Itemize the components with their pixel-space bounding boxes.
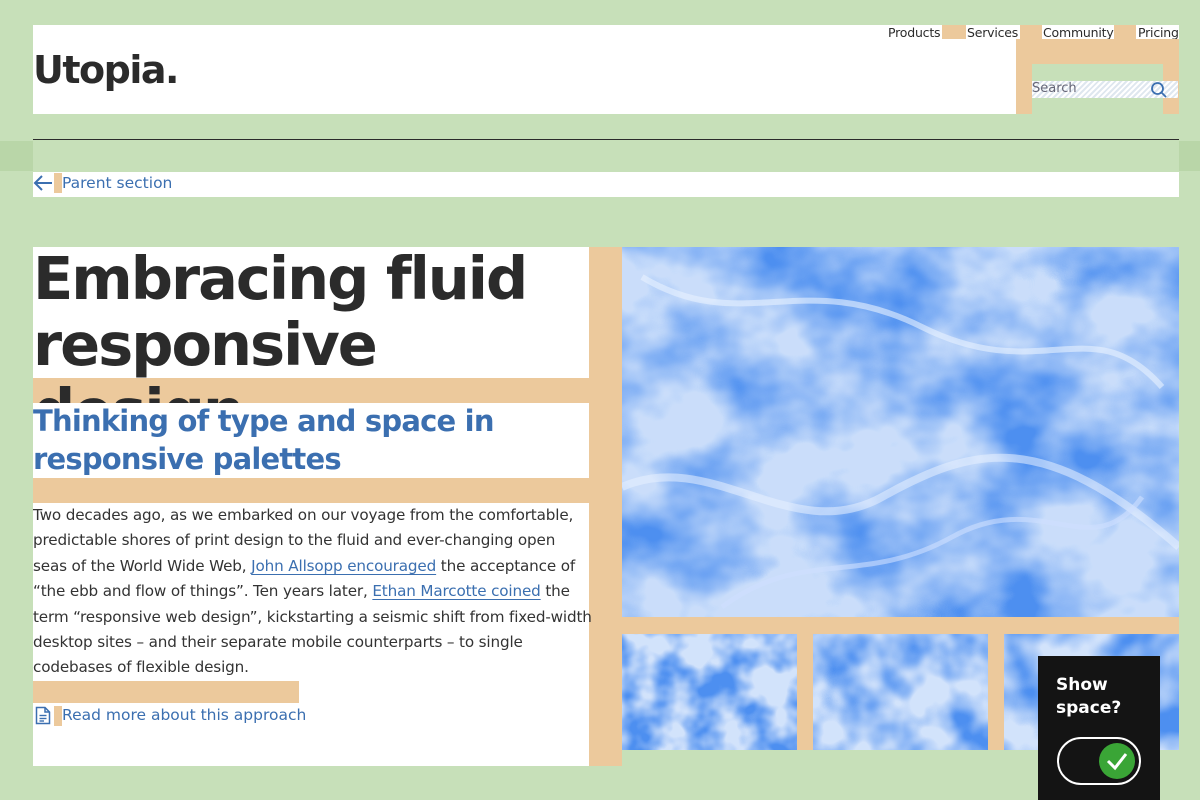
ethan-marcotte-link[interactable]: Ethan Marcotte coined (372, 582, 540, 600)
article-body: Two decades ago, as we embarked on our v… (33, 503, 593, 681)
nav-space-marker (1020, 25, 1042, 39)
hero-image (622, 247, 1179, 617)
site-logo[interactable]: Utopia. (33, 48, 179, 92)
show-space-label: Show space? (1056, 675, 1122, 718)
search-icon[interactable] (1150, 81, 1167, 98)
page-subtitle: Thinking of type and space in responsive… (33, 404, 494, 476)
nav-pricing[interactable]: Pricing (1138, 25, 1179, 40)
check-icon (1106, 753, 1128, 771)
document-icon[interactable] (35, 706, 51, 725)
nav-products[interactable]: Products (888, 25, 941, 40)
nav-space-marker (1114, 25, 1136, 39)
gutter-space-marker (1179, 141, 1200, 171)
thumbnail-image (622, 634, 797, 750)
search-space-marker (1016, 39, 1179, 64)
body-box (299, 681, 589, 703)
nav-community[interactable]: Community (1043, 25, 1114, 40)
header-divider (33, 139, 1179, 140)
read-more-link[interactable]: Read more about this approach (62, 706, 306, 724)
search-space-marker (1016, 64, 1032, 114)
nav-space-marker (942, 25, 966, 39)
breadcrumb-parent-link[interactable]: Parent section (62, 174, 172, 192)
icon-space-marker (54, 173, 62, 193)
search-placeholder: Search (1032, 81, 1077, 96)
john-allsopp-link[interactable]: John Allsopp encouraged (251, 557, 436, 575)
nav-services[interactable]: Services (967, 25, 1018, 40)
gutter-space-marker (0, 141, 33, 171)
breadcrumb (33, 172, 1179, 197)
thumbnail-image (813, 634, 988, 750)
arrow-left-icon[interactable] (33, 173, 53, 193)
icon-space-marker (54, 706, 62, 726)
